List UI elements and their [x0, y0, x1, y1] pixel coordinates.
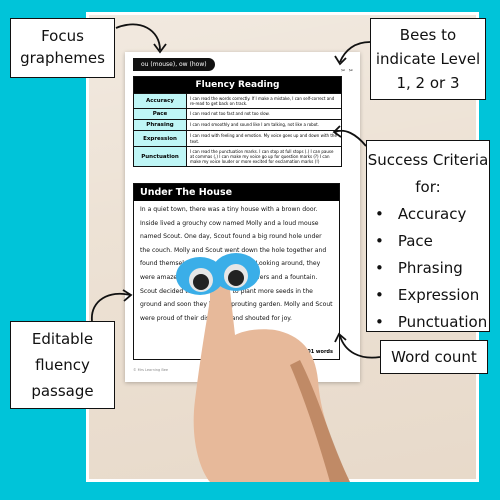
- arrow-editable: [91, 292, 131, 322]
- arrow-focus: [115, 23, 161, 51]
- success-list: • Accuracy • Pace • Phrasing • Expression • P…: [367, 201, 489, 336]
- callout-success-criteria: Success Criteria for: • Accuracy • Pace • P…: [366, 140, 490, 332]
- callout-bees: Bees to indicate Level 1, 2 or 3: [370, 18, 486, 100]
- arrow-success: [334, 129, 367, 147]
- callout-word-count: Word count: [380, 340, 488, 374]
- success-item: • Accuracy: [375, 205, 467, 223]
- success-item: • Punctuation: [375, 313, 488, 331]
- callout-focus-graphemes: Focus graphemes: [10, 18, 115, 78]
- callout-editable-passage: Editable fluency passage: [10, 321, 115, 409]
- success-item: • Expression: [375, 286, 480, 304]
- success-item: • Pace: [375, 232, 433, 250]
- success-title: Success Criteria for:: [367, 151, 489, 196]
- success-item: • Phrasing: [375, 259, 463, 277]
